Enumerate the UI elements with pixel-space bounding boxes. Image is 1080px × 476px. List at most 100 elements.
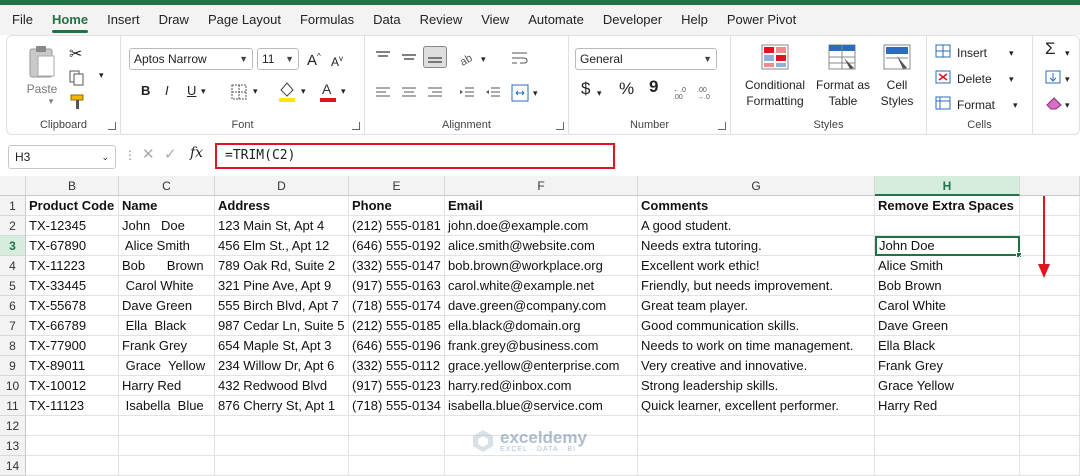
cell-empty[interactable] bbox=[1020, 296, 1080, 316]
cell-empty[interactable] bbox=[1020, 236, 1080, 256]
cell-h13[interactable] bbox=[875, 436, 1020, 456]
cell-e6[interactable]: (718) 555-0174 bbox=[349, 296, 445, 316]
cell-b3[interactable]: TX-67890 bbox=[26, 236, 119, 256]
indent-icon[interactable] bbox=[459, 86, 475, 100]
cell-e10[interactable]: (917) 555-0123 bbox=[349, 376, 445, 396]
clear-icon[interactable] bbox=[1045, 96, 1063, 110]
format-cells-icon[interactable] bbox=[935, 96, 951, 110]
cell-g6[interactable]: Great team player. bbox=[638, 296, 875, 316]
tab-home[interactable]: Home bbox=[51, 6, 89, 34]
cell-e14[interactable] bbox=[349, 456, 445, 476]
cell-h8[interactable]: Ella Black bbox=[875, 336, 1020, 356]
cell-e11[interactable]: (718) 555-0134 bbox=[349, 396, 445, 416]
borders-dropdown-icon[interactable]: ▾ bbox=[253, 84, 258, 98]
enter-icon[interactable]: ✓ bbox=[164, 145, 177, 163]
column-header-h[interactable]: H bbox=[875, 176, 1020, 196]
more-options-icon[interactable]: ⋮ bbox=[124, 148, 136, 162]
cell-b13[interactable] bbox=[26, 436, 119, 456]
row-header-1[interactable]: 1 bbox=[0, 196, 26, 216]
underline-dropdown-icon[interactable]: ▾ bbox=[201, 84, 206, 98]
currency-dropdown-icon[interactable]: ▾ bbox=[597, 86, 602, 100]
percent-button[interactable]: % bbox=[619, 80, 634, 97]
row-header-13[interactable]: 13 bbox=[0, 436, 26, 456]
orientation-icon[interactable]: ab bbox=[458, 50, 477, 69]
cell-e9[interactable]: (332) 555-0112 bbox=[349, 356, 445, 376]
cell-h1[interactable]: Remove Extra Spaces bbox=[875, 196, 1020, 216]
decrease-font-icon[interactable]: Av bbox=[331, 52, 343, 69]
cell-c1[interactable]: Name bbox=[119, 196, 215, 216]
cell-h11[interactable]: Harry Red bbox=[875, 396, 1020, 416]
cell-f2[interactable]: john.doe@example.com bbox=[445, 216, 638, 236]
bold-button[interactable]: B bbox=[141, 84, 150, 98]
align-center-icon[interactable] bbox=[401, 86, 417, 100]
cell-b10[interactable]: TX-10012 bbox=[26, 376, 119, 396]
fill-icon[interactable] bbox=[1045, 70, 1061, 84]
increase-decimal-icon[interactable]: ←.0.00 bbox=[673, 84, 691, 101]
cell-d9[interactable]: 234 Willow Dr, Apt 6 bbox=[215, 356, 349, 376]
cell-h9[interactable]: Frank Grey bbox=[875, 356, 1020, 376]
cell-d11[interactable]: 876 Cherry St, Apt 1 bbox=[215, 396, 349, 416]
tab-automate[interactable]: Automate bbox=[528, 6, 584, 34]
font-name-select[interactable]: Aptos Narrow ▼ bbox=[129, 48, 253, 70]
cell-f14[interactable] bbox=[445, 456, 638, 476]
row-header-12[interactable]: 12 bbox=[0, 416, 26, 436]
cell-d1[interactable]: Address bbox=[215, 196, 349, 216]
format-painter-icon[interactable] bbox=[69, 94, 87, 110]
cell-c4[interactable]: Bob Brown bbox=[119, 256, 215, 276]
cell-g12[interactable] bbox=[638, 416, 875, 436]
column-header-g[interactable]: G bbox=[638, 176, 875, 196]
cell-h2[interactable] bbox=[875, 216, 1020, 236]
cell-h5[interactable]: Bob Brown bbox=[875, 276, 1020, 296]
cell-f1[interactable]: Email bbox=[445, 196, 638, 216]
font-size-select[interactable]: 11 ▼ bbox=[257, 48, 299, 70]
cell-f5[interactable]: carol.white@example.net bbox=[445, 276, 638, 296]
cell-d8[interactable]: 654 Maple St, Apt 3 bbox=[215, 336, 349, 356]
autosum-dropdown-icon[interactable]: ▾ bbox=[1065, 46, 1070, 60]
cell-h3[interactable]: John Doe bbox=[875, 236, 1020, 256]
cell-e5[interactable]: (917) 555-0163 bbox=[349, 276, 445, 296]
bottom-align-icon[interactable] bbox=[423, 46, 447, 68]
cell-c12[interactable] bbox=[119, 416, 215, 436]
cell-g1[interactable]: Comments bbox=[638, 196, 875, 216]
cell-g4[interactable]: Excellent work ethic! bbox=[638, 256, 875, 276]
format-as-table-label2[interactable]: Table bbox=[813, 94, 873, 108]
fill-dropdown-icon[interactable]: ▾ bbox=[1065, 72, 1070, 86]
cell-c10[interactable]: Harry Red bbox=[119, 376, 215, 396]
cell-e12[interactable] bbox=[349, 416, 445, 436]
orientation-dropdown-icon[interactable]: ▾ bbox=[481, 52, 486, 66]
cell-empty[interactable] bbox=[1020, 336, 1080, 356]
wrap-text-icon[interactable] bbox=[511, 50, 529, 66]
cell-c6[interactable]: Dave Green bbox=[119, 296, 215, 316]
row-header-5[interactable]: 5 bbox=[0, 276, 26, 296]
cell-e8[interactable]: (646) 555-0196 bbox=[349, 336, 445, 356]
merge-center-icon[interactable] bbox=[511, 84, 529, 102]
cell-d2[interactable]: 123 Main St, Apt 4 bbox=[215, 216, 349, 236]
insert-dropdown-icon[interactable]: ▾ bbox=[1009, 46, 1014, 60]
increase-font-icon[interactable]: A^ bbox=[307, 50, 321, 68]
copy-dropdown-icon[interactable]: ▾ bbox=[99, 70, 104, 81]
cell-d7[interactable]: 987 Cedar Ln, Suite 5 bbox=[215, 316, 349, 336]
cell-g2[interactable]: A good student. bbox=[638, 216, 875, 236]
clipboard-launcher-icon[interactable] bbox=[108, 122, 116, 130]
cell-f8[interactable]: frank.grey@business.com bbox=[445, 336, 638, 356]
cell-c2[interactable]: John Doe bbox=[119, 216, 215, 236]
align-right-icon[interactable] bbox=[427, 86, 443, 100]
cell-empty[interactable] bbox=[1020, 376, 1080, 396]
conditional-formatting-label1[interactable]: Conditional bbox=[735, 78, 815, 92]
alignment-launcher-icon[interactable] bbox=[556, 122, 564, 130]
format-dropdown-icon[interactable]: ▾ bbox=[1013, 98, 1018, 112]
cell-h10[interactable]: Grace Yellow bbox=[875, 376, 1020, 396]
cell-h4[interactable]: Alice Smith bbox=[875, 256, 1020, 276]
fill-color-icon[interactable] bbox=[277, 80, 297, 102]
format-as-table-label1[interactable]: Format as bbox=[813, 78, 873, 92]
cell-b11[interactable]: TX-11123 bbox=[26, 396, 119, 416]
cell-d6[interactable]: 555 Birch Blvd, Apt 7 bbox=[215, 296, 349, 316]
cell-empty[interactable] bbox=[1020, 276, 1080, 296]
cell-c9[interactable]: Grace Yellow bbox=[119, 356, 215, 376]
cell-b9[interactable]: TX-89011 bbox=[26, 356, 119, 376]
cell-d10[interactable]: 432 Redwood Blvd bbox=[215, 376, 349, 396]
cell-c8[interactable]: Frank Grey bbox=[119, 336, 215, 356]
cell-styles-label2[interactable]: Styles bbox=[875, 94, 919, 108]
tab-page-layout[interactable]: Page Layout bbox=[208, 6, 281, 34]
cell-b2[interactable]: TX-12345 bbox=[26, 216, 119, 236]
